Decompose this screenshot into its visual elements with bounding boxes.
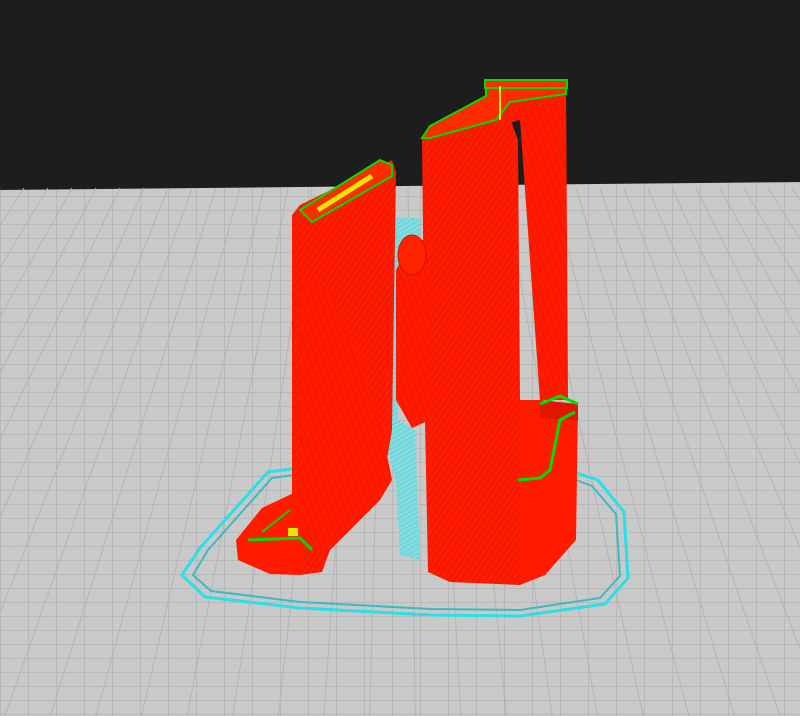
right-part	[420, 79, 579, 585]
connector-arm	[396, 234, 430, 428]
print-preview-viewport[interactable]	[0, 0, 800, 716]
layer-preview-scene[interactable]	[0, 0, 800, 716]
